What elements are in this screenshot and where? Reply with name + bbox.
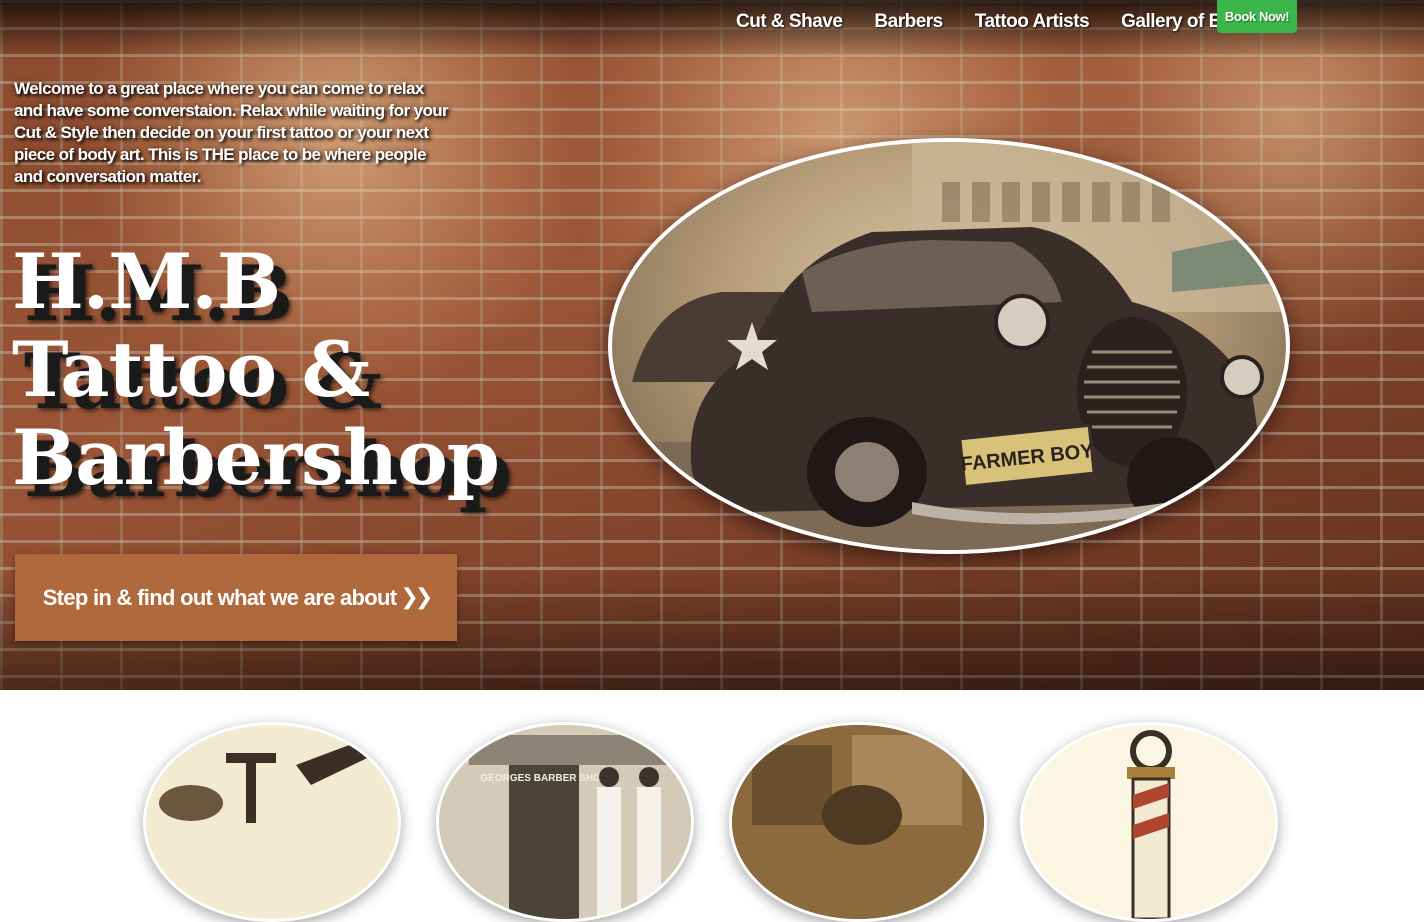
feature-circle-gallery[interactable] — [1020, 722, 1278, 922]
hero-car-photo: FARMER BOY — [608, 138, 1290, 554]
main-nav: Cut & Shave Barbers Tattoo Artists Galle… — [720, 0, 1300, 44]
step-in-label: Step in & find out what we are about — [42, 584, 397, 610]
vintage-street-photo — [732, 725, 984, 919]
hero-section: Cut & Shave Barbers Tattoo Artists Galle… — [0, 0, 1424, 690]
title-line-1: H.M.B — [12, 237, 281, 326]
barber-shop-photo: GEORGES BARBER SHOP — [439, 725, 691, 919]
feature-circle-tattoo-artists[interactable] — [729, 722, 987, 922]
feature-circle-cut-shave[interactable] — [143, 722, 401, 922]
vintage-car-illustration: FARMER BOY — [612, 142, 1286, 550]
welcome-text: Welcome to a great place where you can c… — [14, 79, 449, 186]
book-now-button[interactable]: Book Now! — [1217, 0, 1297, 33]
nav-item-barbers[interactable]: Barbers — [858, 11, 958, 33]
page-title: H.M.B Tattoo & Barbershop — [12, 238, 532, 502]
barber-pole-icon — [1127, 730, 1175, 919]
nav-item-cut-shave[interactable]: Cut & Shave — [720, 11, 858, 33]
title-line-3: Barbershop — [12, 413, 500, 502]
razor-brush-icon — [159, 735, 386, 823]
shop-sign-text: GEORGES BARBER SHOP — [480, 773, 608, 784]
title-line-2: Tattoo & — [12, 325, 370, 414]
double-chevron-right-icon: ❯❯ — [400, 585, 433, 610]
feature-circle-barbers[interactable]: GEORGES BARBER SHOP — [436, 722, 694, 922]
step-in-button[interactable]: Step in & find out what we are about ❯❯ — [15, 554, 457, 641]
nav-item-tattoo-artists[interactable]: Tattoo Artists — [959, 11, 1105, 33]
